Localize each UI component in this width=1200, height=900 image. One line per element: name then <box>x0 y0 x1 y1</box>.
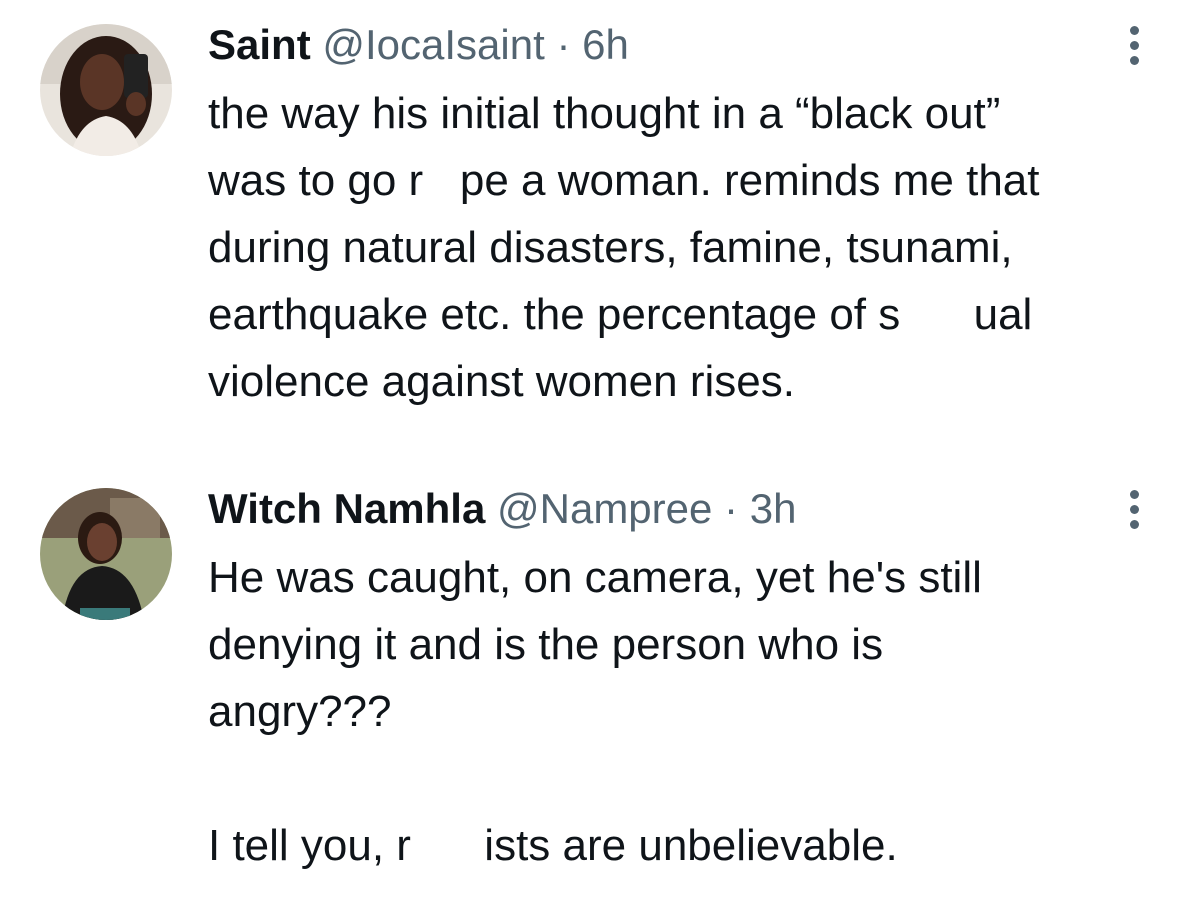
more-vertical-icon <box>1129 40 1139 50</box>
tweet-text-line: earthquake etc. the percentage of s ual <box>208 290 1033 339</box>
tweet-header: Witch Namhla @Nampree · 3h <box>208 484 796 534</box>
user-handle[interactable]: @Nampree <box>497 485 712 532</box>
timestamp[interactable]: 6h <box>582 21 629 68</box>
avatar-photo-icon <box>40 488 172 620</box>
more-vertical-icon <box>1129 489 1139 499</box>
separator: · <box>556 21 571 68</box>
more-options-button[interactable] <box>1122 20 1146 70</box>
more-vertical-icon <box>1129 519 1139 529</box>
tweet-header: Saint @IocaIsaint · 6h <box>208 20 629 70</box>
more-options-button[interactable] <box>1122 484 1146 534</box>
tweet-text-line: I tell you, r ists are unbelievable. <box>208 821 898 870</box>
tweet-text-line: during natural disasters, famine, tsunam… <box>208 223 1013 272</box>
tweet-text: the way his initial thought in a “black … <box>208 80 1168 415</box>
more-vertical-icon <box>1129 504 1139 514</box>
display-name[interactable]: Witch Namhla <box>208 485 485 532</box>
tweet[interactable]: Witch Namhla @Nampree · 3h He was caught… <box>0 460 1200 900</box>
tweet-text-line: violence against women rises. <box>208 357 795 406</box>
tweet-text-line: the way his initial thought in a “black … <box>208 89 1001 138</box>
tweet-text-line: angry??? <box>208 687 392 736</box>
tweet[interactable]: Saint @IocaIsaint · 6h the way his initi… <box>0 0 1200 460</box>
tweet-text-line: denying it and is the person who is <box>208 620 884 669</box>
tweet-text-line: was to go r pe a woman. reminds me that <box>208 156 1040 205</box>
separator: · <box>724 485 739 532</box>
more-vertical-icon <box>1129 55 1139 65</box>
display-name[interactable]: Saint <box>208 21 311 68</box>
avatar[interactable] <box>40 488 172 620</box>
more-vertical-icon <box>1129 25 1139 35</box>
tweet-text-line <box>208 745 1168 812</box>
timestamp[interactable]: 3h <box>750 485 797 532</box>
tweet-text: He was caught, on camera, yet he's still… <box>208 544 1168 879</box>
user-handle[interactable]: @IocaIsaint <box>322 21 544 68</box>
avatar[interactable] <box>40 24 172 156</box>
avatar-photo-icon <box>40 24 172 156</box>
tweet-text-line: He was caught, on camera, yet he's still <box>208 553 982 602</box>
